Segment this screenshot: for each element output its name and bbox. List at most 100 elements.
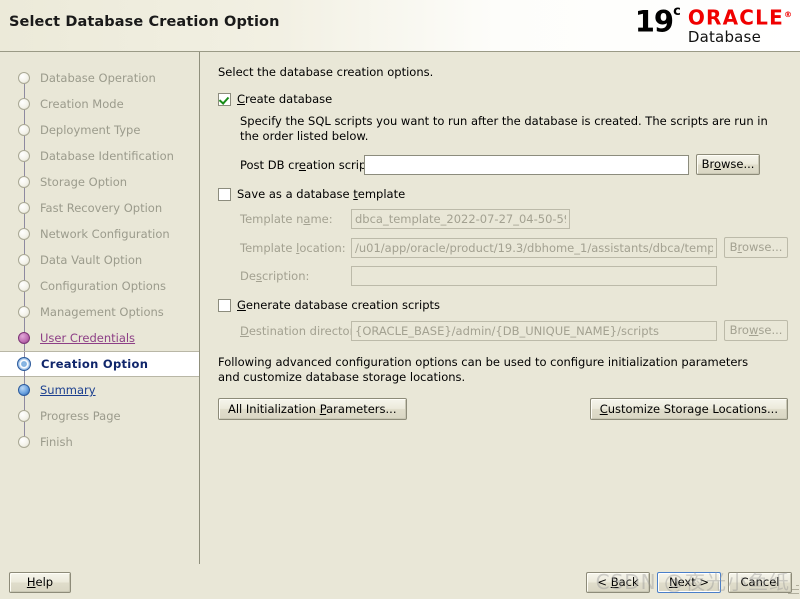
brand-product-name: Database	[687, 27, 762, 46]
generate-scripts-checkbox-row[interactable]: Generate database creation scripts	[218, 298, 790, 312]
template-location-label: Template location:	[240, 240, 346, 255]
step-list: Database Operation Creation Mode Deploym…	[0, 52, 199, 455]
help-button[interactable]: Help	[9, 572, 71, 593]
destination-directory-label: Destination directory:	[240, 323, 365, 338]
brand-version-number: 19	[634, 4, 674, 39]
step-bullet-icon	[18, 202, 30, 214]
template-name-row: Template name:	[240, 209, 790, 229]
template-description-label: Description:	[240, 269, 310, 283]
sidebar-item-label: Database Identification	[40, 149, 174, 163]
post-db-creation-scripts-browse-button[interactable]: Browse...	[696, 154, 760, 175]
save-template-checkbox-row[interactable]: Save as a database template	[218, 187, 790, 201]
main-content-panel: Select the database creation options. Cr…	[201, 52, 800, 564]
post-db-creation-scripts-label: Post DB creation scripts:	[240, 157, 381, 172]
sidebar-item-management-options[interactable]: Management Options	[0, 299, 199, 325]
sidebar-item-label: Deployment Type	[40, 123, 141, 137]
step-navigator-sidebar: Database Operation Creation Mode Deploym…	[0, 52, 200, 564]
step-bullet-icon	[18, 98, 30, 110]
brand-text-block: ORACLE® Database	[688, 3, 792, 46]
sidebar-item-label: Finish	[40, 435, 73, 449]
sidebar-item-data-vault-option[interactable]: Data Vault Option	[0, 247, 199, 273]
footer-button-bar: Help < Back Next > Cancel	[0, 564, 800, 599]
sidebar-item-label: Network Configuration	[40, 227, 170, 241]
sidebar-item-label: Fast Recovery Option	[40, 201, 163, 215]
destination-directory-browse-button: Browse...	[724, 320, 788, 341]
step-bullet-icon	[18, 410, 30, 422]
sidebar-item-deployment-type[interactable]: Deployment Type	[0, 117, 199, 143]
template-name-input	[351, 209, 570, 229]
post-db-creation-scripts-input[interactable]	[364, 154, 689, 175]
sidebar-item-summary[interactable]: Summary	[0, 377, 199, 403]
sidebar-item-creation-option[interactable]: Creation Option	[0, 351, 199, 378]
template-description-row: Description:	[240, 266, 790, 286]
back-button[interactable]: < Back	[586, 572, 650, 593]
generate-scripts-checkbox[interactable]	[218, 298, 231, 312]
sidebar-item-creation-mode[interactable]: Creation Mode	[0, 91, 199, 117]
step-bullet-icon	[18, 72, 30, 84]
step-bullet-icon	[18, 150, 30, 162]
sidebar-item-user-credentials[interactable]: User Credentials	[0, 325, 199, 351]
window-body: Database Operation Creation Mode Deploym…	[0, 52, 800, 564]
create-database-label: Create database	[237, 92, 333, 106]
sidebar-item-label[interactable]: User Credentials	[40, 331, 135, 345]
template-name-label: Template name:	[240, 212, 333, 226]
step-bullet-icon	[18, 332, 30, 344]
save-template-options: Template name: Template location: Browse…	[240, 209, 790, 286]
destination-directory-input	[351, 320, 717, 341]
create-database-label-text: reate database	[245, 92, 333, 106]
step-bullet-icon	[18, 176, 30, 188]
create-database-checkbox[interactable]	[218, 92, 231, 106]
step-bullet-icon	[18, 228, 30, 240]
oracle-brand-logo: 19c ORACLE® Database	[635, 3, 792, 47]
sidebar-item-label[interactable]: Summary	[40, 383, 96, 397]
dbca-wizard-window: Select Database Creation Option 19c ORAC…	[0, 0, 800, 599]
sidebar-item-label: Progress Page	[40, 409, 121, 423]
template-location-input	[351, 237, 717, 258]
template-location-browse-button: Browse...	[724, 237, 788, 258]
next-button[interactable]: Next >	[657, 572, 721, 593]
template-location-row: Template location: Browse...	[240, 237, 790, 258]
registered-trademark-icon: ®	[784, 10, 792, 19]
cancel-button[interactable]: Cancel	[728, 572, 792, 593]
create-database-options: Specify the SQL scripts you want to run …	[240, 114, 790, 175]
all-initialization-parameters-button[interactable]: All Initialization Parameters...	[218, 398, 407, 420]
save-template-label: Save as a database template	[237, 187, 406, 201]
step-bullet-icon	[18, 306, 30, 318]
oracle-wordmark: ORACLE®	[688, 5, 792, 28]
brand-version-suffix: c	[673, 4, 681, 19]
create-database-checkbox-row[interactable]: Create database	[218, 92, 790, 106]
brand-version: 19c	[635, 3, 681, 37]
sidebar-item-label: Storage Option	[40, 175, 128, 189]
intro-text: Select the database creation options.	[218, 65, 434, 79]
sidebar-item-database-identification[interactable]: Database Identification	[0, 143, 199, 169]
page-title: Select Database Creation Option	[9, 14, 280, 30]
sidebar-item-label: Creation Mode	[40, 97, 124, 111]
oracle-wordmark-text: ORACLE	[687, 5, 784, 30]
template-description-input	[351, 266, 717, 286]
advanced-options-text: Following advanced configuration options…	[218, 355, 749, 384]
sidebar-item-network-configuration[interactable]: Network Configuration	[0, 221, 199, 247]
sidebar-item-finish[interactable]: Finish	[0, 429, 199, 455]
generate-scripts-options: Destination directory: Browse...	[240, 320, 790, 341]
sidebar-item-fast-recovery-option[interactable]: Fast Recovery Option	[0, 195, 199, 221]
step-bullet-icon	[18, 254, 30, 266]
sidebar-item-storage-option[interactable]: Storage Option	[0, 169, 199, 195]
save-template-checkbox[interactable]	[218, 187, 231, 201]
step-bullet-icon	[18, 436, 30, 448]
sidebar-item-progress-page[interactable]: Progress Page	[0, 403, 199, 429]
customize-storage-locations-button[interactable]: Customize Storage Locations...	[589, 398, 788, 420]
generate-scripts-label: Generate database creation scripts	[237, 298, 440, 312]
sidebar-item-label: Data Vault Option	[40, 253, 143, 267]
sidebar-item-label: Management Options	[40, 305, 164, 319]
navigation-buttons: < Back Next > Cancel	[586, 572, 792, 593]
sidebar-item-label: Database Operation	[40, 71, 156, 85]
sidebar-item-database-operation[interactable]: Database Operation	[0, 65, 199, 91]
step-bullet-icon	[18, 280, 30, 292]
sidebar-item-label: Configuration Options	[40, 279, 167, 293]
window-header: Select Database Creation Option 19c ORAC…	[0, 0, 800, 52]
create-database-hint: Specify the SQL scripts you want to run …	[240, 114, 768, 143]
post-db-creation-scripts-row: Post DB creation scripts: Browse...	[240, 154, 790, 175]
advanced-options-buttons: All Initialization Parameters... Customi…	[218, 398, 788, 420]
sidebar-item-configuration-options[interactable]: Configuration Options	[0, 273, 199, 299]
step-bullet-icon	[18, 384, 30, 396]
